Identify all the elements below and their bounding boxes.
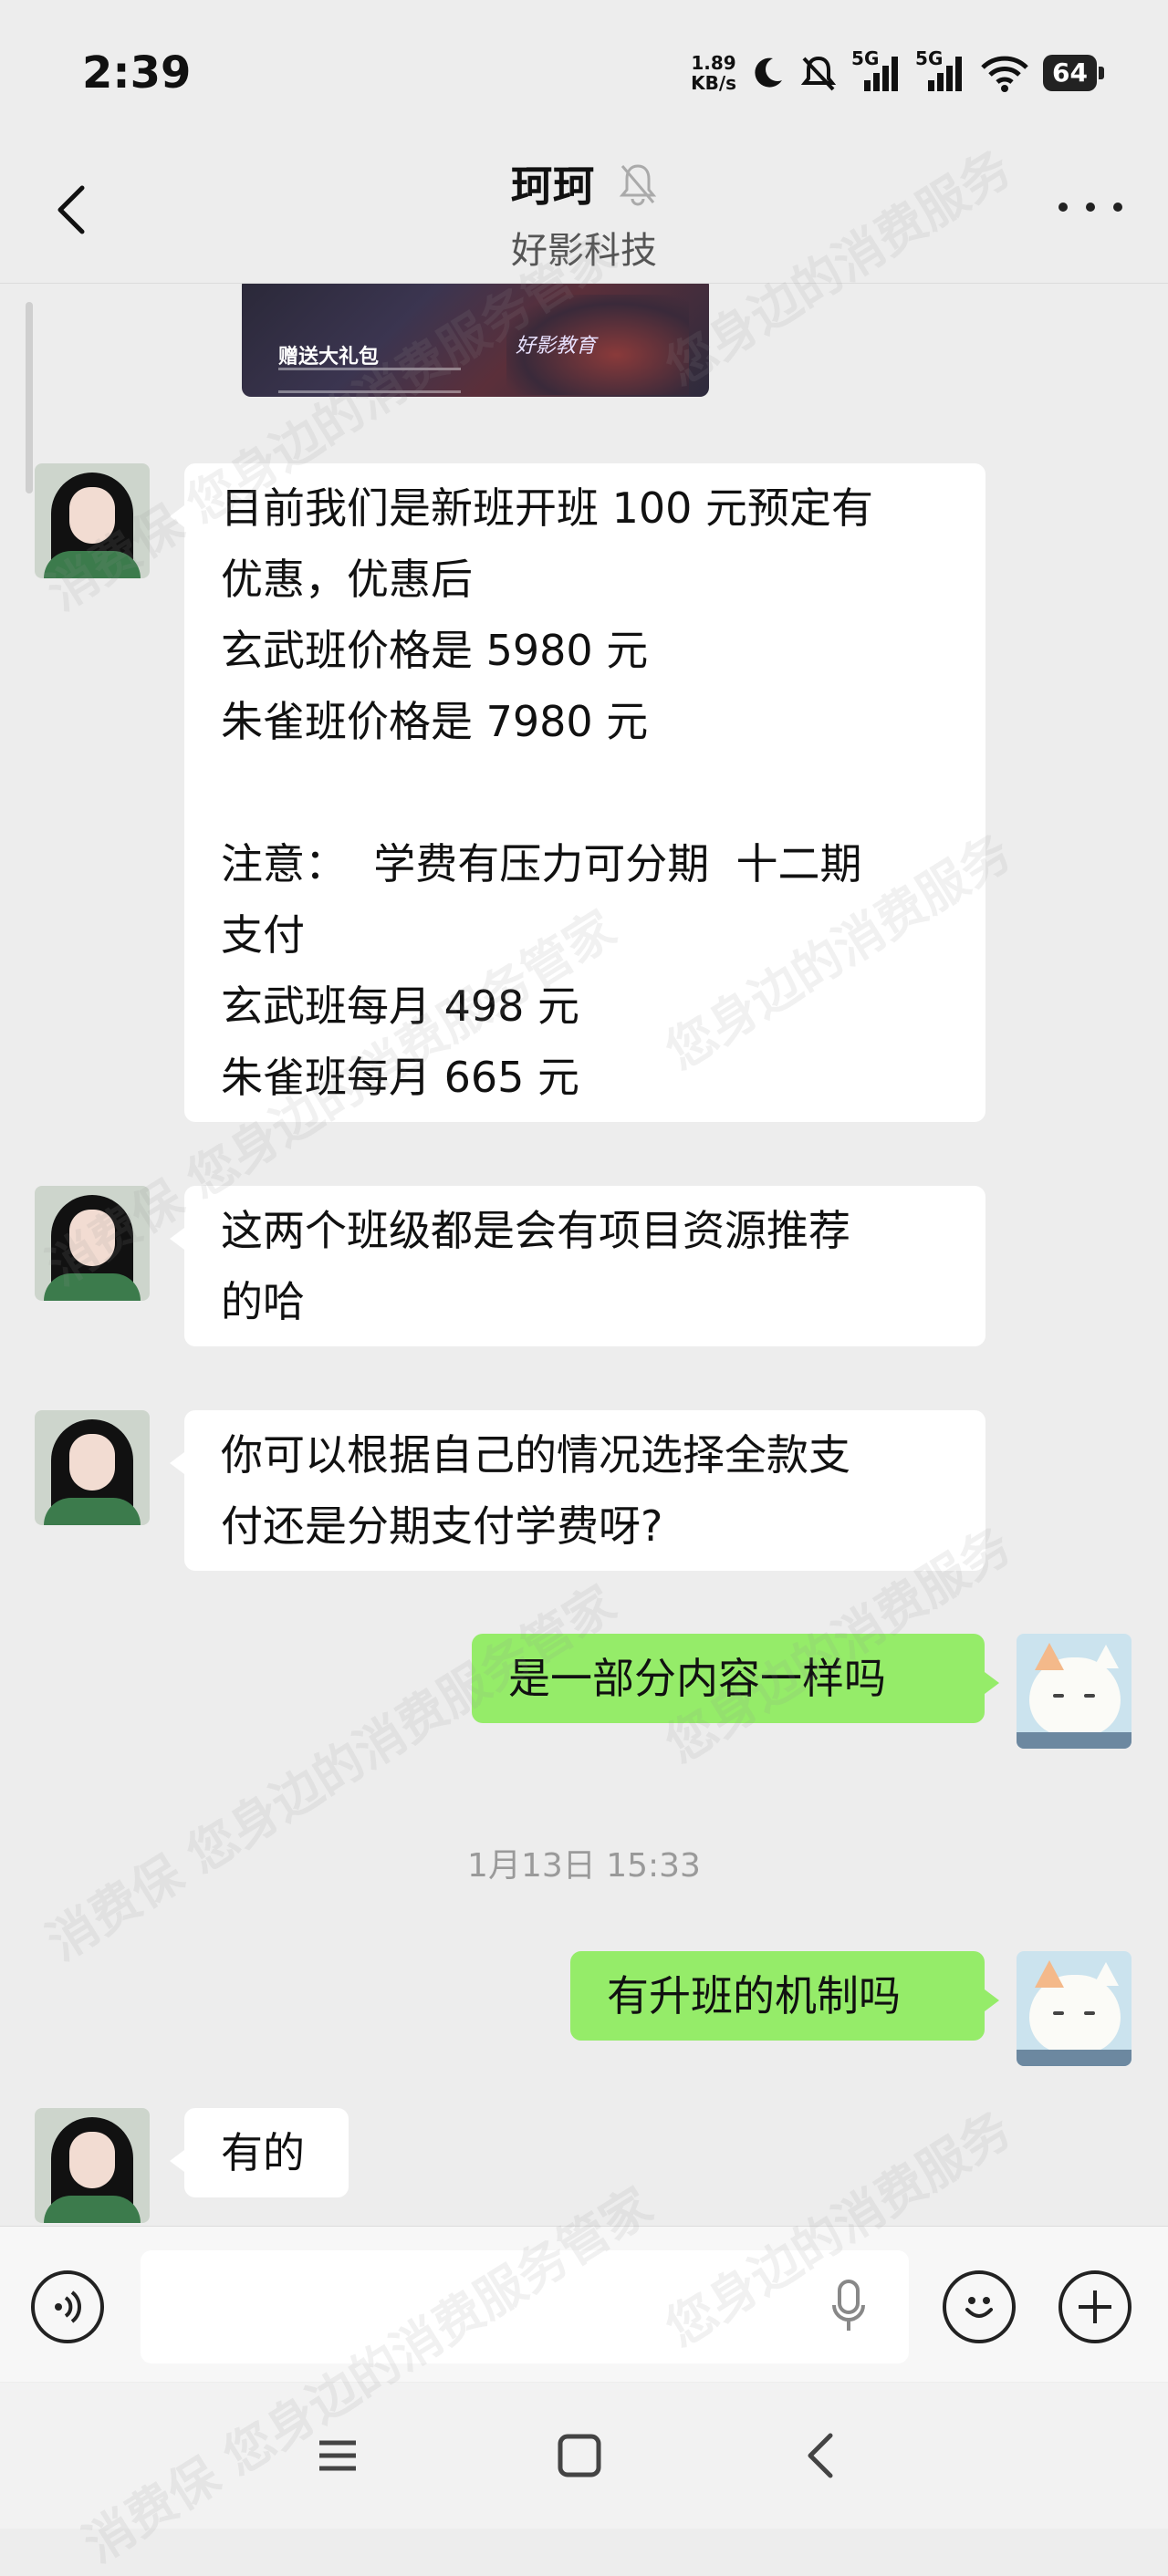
message-line: 有的 [221, 2128, 305, 2177]
net-speed-unit: KB/s [691, 72, 737, 94]
contact-avatar[interactable] [35, 1186, 150, 1301]
net-speed: 1.89 KB/s [691, 53, 736, 93]
net-speed-value: 1.89 [691, 52, 736, 74]
signal-icon-2: 5G [915, 47, 966, 93]
message-line: 是一部分内容一样吗 [508, 1654, 886, 1703]
message-bubble-outgoing[interactable]: 有升班的机制吗 [570, 1951, 999, 2041]
message-line: 注意： 学费有压力可分期 十二期 [221, 839, 862, 888]
chat-title: 珂珂 [510, 161, 595, 211]
battery-indicator: 64 [1043, 55, 1104, 91]
status-bar: 2:39 1.89 KB/s 5G 5G 64 [0, 0, 1168, 137]
input-bar [0, 2226, 1168, 2382]
contact-avatar[interactable] [35, 2108, 150, 2223]
message-line: 朱雀班每月 665 元 [221, 1053, 580, 1102]
more-icon-dot [1086, 203, 1095, 212]
voice-button[interactable] [31, 2270, 104, 2343]
message-line [221, 757, 949, 828]
moon-icon [755, 57, 783, 88]
message-line: 你可以根据自己的情况选择全款支 [221, 1430, 850, 1480]
emoji-button[interactable] [943, 2270, 1016, 2343]
status-time: 2:39 [82, 47, 192, 99]
signal-icon-1: 5G [851, 47, 902, 93]
nav-back-icon [808, 2433, 833, 2478]
more-button[interactable] [1058, 193, 1122, 221]
message-line: 有升班的机制吗 [607, 1971, 901, 2020]
chat-header: 珂珂 好影科技 [0, 137, 1168, 284]
banner-lines [278, 368, 461, 393]
message-bubble-incoming[interactable]: 这两个班级都是会有项目资源推荐 的哈 [170, 1186, 986, 1346]
contact-avatar[interactable] [35, 463, 150, 578]
scrollbar[interactable] [26, 302, 33, 493]
more-icon-dot [1058, 203, 1068, 212]
message-line: 朱雀班价格是 7980 元 [221, 697, 649, 746]
more-icon-dot [1113, 203, 1122, 212]
emoji-icon [965, 2297, 993, 2318]
mute-bell-icon [619, 164, 656, 206]
promo-image[interactable]: 赠送大礼包 好影教育 [242, 284, 709, 397]
mute-icon [800, 56, 837, 91]
status-icons: 1.89 KB/s 5G 5G 64 [691, 46, 1104, 100]
message-timestamp: 1月13日 15:33 [467, 1847, 701, 1885]
voice-icon [55, 2290, 81, 2323]
menu-icon [319, 2440, 356, 2471]
message-bubble-outgoing[interactable]: 是一部分内容一样吗 [472, 1634, 999, 1723]
user-avatar[interactable] [1017, 1634, 1132, 1749]
nav-back-button[interactable] [785, 2424, 858, 2488]
message-line: 的哈 [221, 1277, 305, 1326]
plus-icon [1079, 2290, 1111, 2323]
contact-avatar[interactable] [35, 1410, 150, 1525]
user-avatar[interactable] [1017, 1951, 1132, 2066]
message-bubble-incoming[interactable]: 有的 [170, 2108, 349, 2197]
chat-area[interactable]: 赠送大礼包 好影教育 目前我们是新班开班 100 元预定有 优惠，优惠后 玄武班… [0, 284, 1168, 2225]
plus-button[interactable] [1058, 2270, 1132, 2343]
home-icon [558, 2434, 601, 2477]
wifi-icon [981, 56, 1028, 92]
message-line: 付还是分期支付学费呀? [221, 1501, 663, 1551]
message-line: 这两个班级都是会有项目资源推荐 [221, 1206, 850, 1255]
chat-subtitle: 好影科技 [511, 230, 657, 272]
message-line: 玄武班价格是 5980 元 [221, 626, 649, 675]
message-line: 优惠，优惠后 [221, 555, 473, 604]
message-input[interactable] [141, 2250, 909, 2363]
title-block: 珂珂 好影科技 [0, 153, 1168, 274]
mic-icon[interactable] [830, 2278, 867, 2336]
system-nav-bar [0, 2383, 1168, 2529]
banner-logo-text: 好影教育 [516, 335, 597, 358]
battery-level: 64 [1043, 55, 1097, 91]
banner-gift-text: 赠送大礼包 [278, 346, 380, 369]
home-button[interactable] [543, 2424, 616, 2488]
message-bubble-incoming[interactable]: 你可以根据自己的情况选择全款支 付还是分期支付学费呀? [170, 1410, 986, 1571]
message-bubble-incoming[interactable]: 目前我们是新班开班 100 元预定有 优惠，优惠后 玄武班价格是 5980 元 … [170, 463, 986, 1122]
menu-button[interactable] [301, 2424, 374, 2488]
message-line: 支付 [221, 910, 305, 960]
message-line: 目前我们是新班开班 100 元预定有 [221, 483, 874, 533]
message-line: 玄武班每月 498 元 [221, 982, 580, 1031]
